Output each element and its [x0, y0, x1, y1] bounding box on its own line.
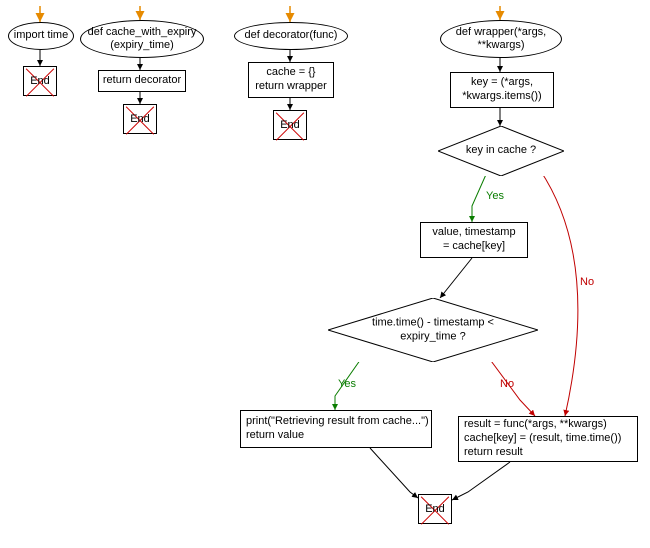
label: value, timestamp = cache[key] [432, 226, 515, 254]
end-label: End [124, 113, 156, 125]
label: print("Retrieving result from cache...")… [246, 415, 429, 443]
assign-key: key = (*args, *kwargs.items()) [450, 72, 554, 108]
label: def cache_with_expiry (expiry_time) [88, 26, 197, 52]
end-node-3: End [273, 110, 307, 140]
end-node-2: End [123, 104, 157, 134]
edge-label-no-1: No [580, 276, 594, 288]
label: cache = {} return wrapper [255, 66, 327, 94]
end-node-4: End [418, 494, 452, 524]
label: key = (*args, *kwargs.items()) [462, 76, 541, 104]
label: import time [14, 29, 68, 42]
start-import-time: import time [8, 22, 74, 50]
def-decorator: def decorator(func) [234, 22, 348, 50]
cache-hit-unpack: value, timestamp = cache[key] [420, 222, 528, 258]
end-label: End [24, 75, 56, 87]
label: result = func(*args, **kwargs) cache[key… [464, 418, 621, 459]
compute-store-return: result = func(*args, **kwargs) cache[key… [458, 416, 638, 462]
end-label: End [274, 119, 306, 131]
decorator-body: cache = {} return wrapper [248, 62, 334, 98]
print-and-return-cached: print("Retrieving result from cache...")… [240, 410, 432, 448]
return-decorator: return decorator [98, 70, 186, 92]
label: return decorator [103, 74, 181, 88]
end-node-1: End [23, 66, 57, 96]
cond-timestamp: time.time() - timestamp < expiry_time ? [328, 298, 538, 362]
label: time.time() - timestamp < expiry_time ? [328, 316, 538, 344]
label: def decorator(func) [245, 29, 338, 42]
label: key in cache ? [438, 144, 564, 158]
edge-label-no-2: No [500, 378, 514, 390]
label: def wrapper(*args, **kwargs) [456, 26, 547, 52]
edge-label-yes-1: Yes [486, 190, 504, 202]
cond-key-in-cache: key in cache ? [438, 126, 564, 176]
end-label: End [419, 503, 451, 515]
def-cache-with-expiry: def cache_with_expiry (expiry_time) [80, 20, 204, 58]
def-wrapper: def wrapper(*args, **kwargs) [440, 20, 562, 58]
flowchart-canvas: import time End def cache_with_expiry (e… [0, 0, 650, 548]
edge-label-yes-2: Yes [338, 378, 356, 390]
